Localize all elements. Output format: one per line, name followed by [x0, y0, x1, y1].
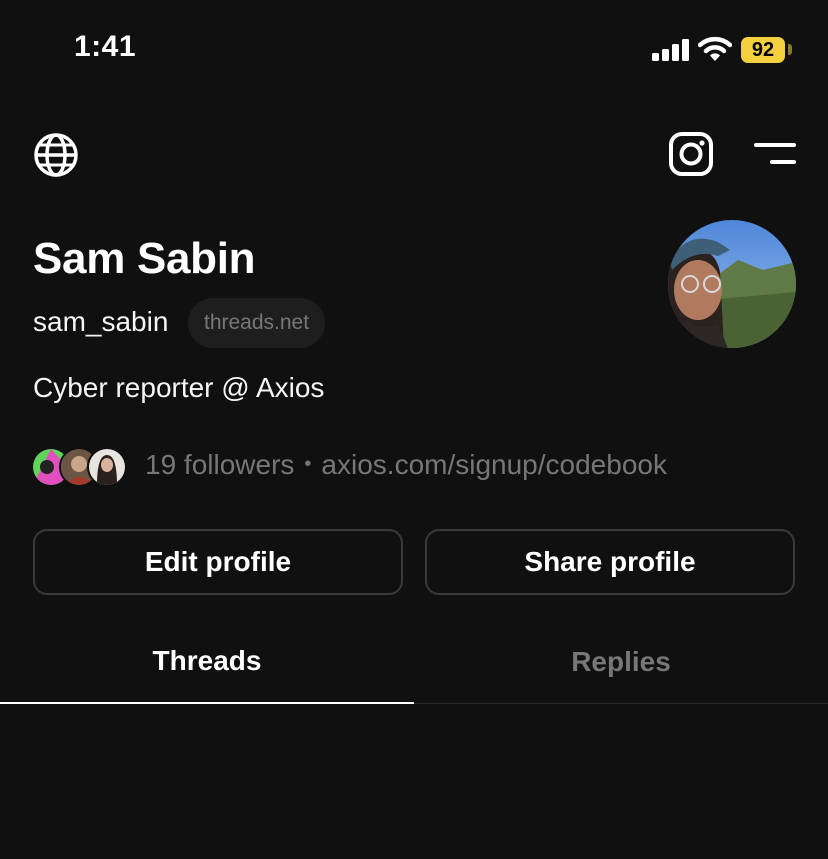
- tab-threads[interactable]: Threads: [0, 620, 414, 704]
- profile-handle: sam_sabin: [33, 306, 169, 337]
- follower-avatar: [87, 447, 127, 487]
- share-profile-button[interactable]: Share profile: [425, 529, 795, 595]
- followers-count[interactable]: 19 followers: [145, 449, 294, 480]
- separator-dot: •: [304, 453, 312, 475]
- battery-icon: 92: [741, 37, 785, 63]
- status-time: 1:41: [74, 30, 137, 63]
- profile-bio: Cyber reporter @ Axios: [33, 372, 325, 403]
- avatar[interactable]: [668, 220, 796, 348]
- profile-name: Sam Sabin: [33, 234, 256, 283]
- battery-nub: [788, 44, 792, 55]
- domain-badge[interactable]: threads.net: [188, 298, 326, 348]
- followers-row: 19 followers • axios.com/signup/codebook: [145, 449, 667, 481]
- menu-icon[interactable]: [754, 141, 796, 167]
- globe-icon[interactable]: [33, 132, 79, 178]
- tab-replies[interactable]: Replies: [414, 620, 828, 704]
- edit-profile-button[interactable]: Edit profile: [33, 529, 403, 595]
- signal-icon: [652, 39, 689, 61]
- profile-link[interactable]: axios.com/signup/codebook: [321, 449, 667, 480]
- wifi-icon: [698, 36, 732, 61]
- instagram-icon[interactable]: [668, 131, 714, 177]
